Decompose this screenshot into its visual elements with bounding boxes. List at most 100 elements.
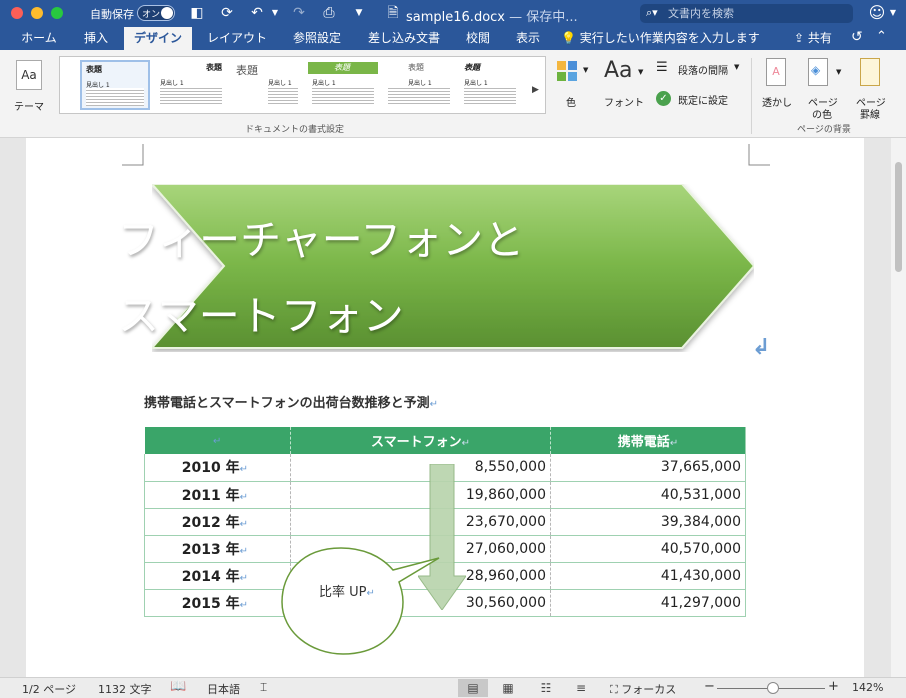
tab-references[interactable]: 参照設定 (283, 27, 351, 50)
tab-design[interactable]: デザイン (124, 27, 192, 50)
outline-view-icon[interactable]: ☷ (531, 679, 561, 697)
page-color-icon: ◈ (808, 58, 828, 86)
search-box[interactable]: ⌕▾ (640, 4, 853, 23)
paint-bucket-icon: ◈ (811, 63, 821, 77)
crop-mark (122, 144, 144, 166)
status-bar: 1/2 ページ 1132 文字 📖 日本語 ⌶ ▤ ▦ ☷ ≡ ⛶ フォーカス … (0, 677, 906, 698)
proofing-icon[interactable]: 📖 (170, 679, 186, 694)
web-layout-view-icon[interactable]: ▦ (493, 679, 523, 697)
sidebar-icon[interactable]: ◧ (188, 4, 206, 22)
save-icon[interactable]: ⟳ (218, 4, 236, 22)
featurephone-cell[interactable]: 41,297,000 (550, 589, 746, 617)
vertical-scrollbar[interactable] (891, 138, 906, 677)
paragraph-mark-icon: ↵ (239, 599, 248, 611)
fonts-button[interactable]: Aa ▼ フォント (600, 58, 646, 114)
macro-record-icon[interactable]: ⌶ (260, 680, 267, 695)
style-set-item[interactable]: 表題 見出し 1 (308, 60, 378, 110)
collapse-ribbon-icon[interactable]: ⌃ (876, 29, 887, 44)
featurephone-cell[interactable]: 41,430,000 (550, 562, 746, 590)
share-button[interactable]: ⇪ 共有 (794, 27, 832, 50)
year-cell[interactable]: 2014 年↵ (144, 562, 291, 590)
scrollbar-thumb[interactable] (895, 162, 902, 272)
style-set-item[interactable]: 表題 見出し 1 (384, 60, 454, 110)
page-border-button[interactable]: ページ 罫線 (852, 58, 892, 121)
style-title: 表題 (86, 65, 102, 74)
page-color-button[interactable]: ◈ ▼ ページ の色 (804, 58, 844, 121)
table-header-cell[interactable]: ↵ (144, 427, 291, 454)
print-layout-view-icon[interactable]: ▤ (458, 679, 488, 697)
zoom-level[interactable]: 142% (852, 681, 883, 694)
tab-insert[interactable]: 挿入 (72, 27, 120, 50)
speech-bubble-shape[interactable] (281, 544, 441, 656)
style-preview-lines (388, 86, 450, 104)
featurephone-cell[interactable]: 40,531,000 (550, 481, 746, 509)
paragraph-mark-icon: ↵ (366, 588, 375, 599)
year-cell[interactable]: 2011 年↵ (144, 481, 291, 509)
crop-mark (748, 144, 770, 166)
table-header-cell[interactable]: スマートフォン↵ (290, 427, 551, 454)
palette-swatch (557, 61, 566, 70)
undo-icon[interactable]: ↶ (248, 4, 266, 22)
year-cell[interactable]: 2012 年↵ (144, 508, 291, 536)
paragraph-spacing-icon: ☰ (656, 60, 668, 75)
ribbon: Aa テーマ 表題 見出し 1 表題 見出し 1 表題 見出し 1 表題 見出し… (0, 50, 906, 138)
page-count[interactable]: 1/2 ページ (22, 681, 76, 697)
featurephone-cell[interactable]: 39,384,000 (550, 508, 746, 536)
zoom-slider-knob[interactable] (767, 682, 779, 694)
year-cell[interactable]: 2013 年↵ (144, 535, 291, 563)
year-cell[interactable]: 2015 年↵ (144, 589, 291, 617)
minimize-window-button[interactable] (31, 7, 43, 19)
undo-dropdown-icon[interactable]: ▼ (266, 4, 284, 22)
word-count[interactable]: 1132 文字 (98, 681, 152, 697)
tab-review[interactable]: 校閲 (456, 27, 500, 50)
autosave-state: オン (142, 10, 161, 20)
lightbulb-icon: 💡 (561, 31, 576, 45)
watermark-label: 透かし (762, 98, 792, 109)
paragraph-mark-icon: ↵ (213, 436, 222, 447)
tab-mailings[interactable]: 差し込み文書 (358, 27, 450, 50)
autosave-toggle[interactable]: オン (137, 5, 175, 21)
zoom-in-icon[interactable]: + (828, 679, 839, 694)
set-default-button[interactable]: ✓ 既定に設定 (656, 90, 742, 108)
ribbon-separator (751, 58, 752, 134)
document-area[interactable]: フィーチャーフォンと スマートフォン ↲ 携帯電話とスマートフォンの出荷台数推移… (0, 138, 891, 677)
paragraph-spacing-button[interactable]: ☰ 段落の間隔 ▼ (656, 60, 742, 78)
paragraph-mark-icon: ↵ (239, 518, 248, 530)
language-indicator[interactable]: 日本語 (207, 681, 240, 697)
search-icon: ⌕▾ (646, 6, 658, 19)
user-dropdown-icon[interactable]: ▼ (884, 4, 902, 22)
featurephone-cell[interactable]: 37,665,000 (550, 454, 746, 482)
gallery-more-icon[interactable]: ▶ (532, 85, 539, 95)
watermark-button[interactable]: A 透かし (760, 58, 794, 114)
search-input[interactable] (668, 5, 848, 21)
zoom-out-icon[interactable]: − (704, 679, 715, 694)
tell-me-box[interactable]: 💡 実行したい作業内容を入力します (561, 27, 760, 50)
year-cell[interactable]: 2010 年↵ (144, 454, 291, 482)
print-icon[interactable]: ⎙ (320, 4, 338, 22)
focus-mode-button[interactable]: ⛶ フォーカス (610, 681, 676, 697)
paragraph-mark-icon: ↵ (669, 438, 679, 449)
theme-button[interactable]: Aa テーマ (8, 56, 52, 113)
document-page[interactable]: フィーチャーフォンと スマートフォン ↲ 携帯電話とスマートフォンの出荷台数推移… (26, 138, 864, 677)
history-icon[interactable]: ↺ (851, 29, 863, 45)
redo-icon[interactable]: ↷ (290, 4, 308, 22)
style-set-item[interactable]: 表題 見出し 1 (460, 60, 520, 110)
close-window-button[interactable] (11, 7, 23, 19)
style-set-item[interactable]: 表題 見出し 1 (232, 60, 302, 110)
style-preview-lines (312, 86, 374, 104)
customize-toolbar-icon[interactable]: ▼ (350, 4, 368, 22)
year-text: 2013 年 (181, 541, 240, 558)
table-header-cell[interactable]: 携帯電話↵ (550, 427, 746, 454)
maximize-window-button[interactable] (51, 7, 63, 19)
colors-button[interactable]: ▼ 色 (554, 58, 590, 114)
draft-view-icon[interactable]: ≡ (566, 679, 596, 697)
theme-label: テーマ (14, 102, 44, 113)
style-set-item[interactable]: 表題 見出し 1 (156, 60, 226, 110)
style-set-item[interactable]: 表題 見出し 1 (80, 60, 150, 110)
tab-layout[interactable]: レイアウト (198, 27, 276, 50)
tab-view[interactable]: 表示 (506, 27, 550, 50)
theme-icon: Aa (16, 60, 42, 90)
featurephone-cell[interactable]: 40,570,000 (550, 535, 746, 563)
tab-home[interactable]: ホーム (10, 27, 68, 50)
colors-label: 色 (566, 98, 576, 109)
